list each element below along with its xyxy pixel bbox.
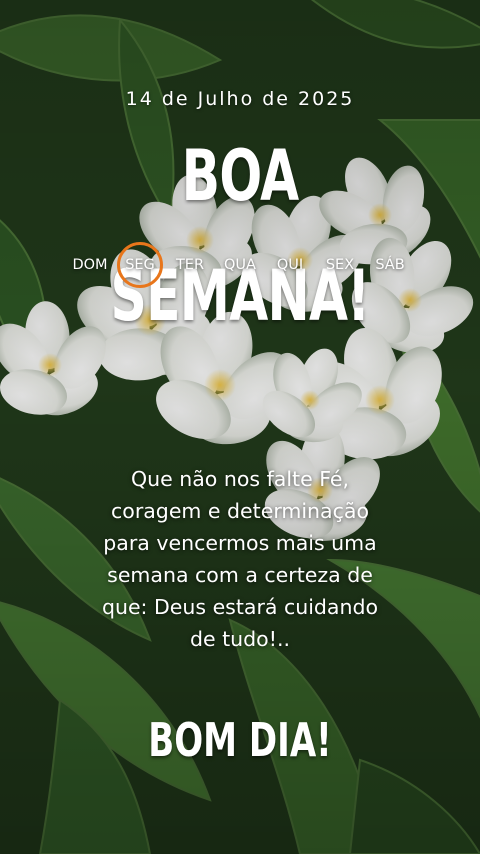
weekday-label: QUI	[276, 257, 304, 273]
weekday-ter: TER	[165, 250, 215, 280]
headline: BOA SEMANA!	[110, 135, 370, 337]
weekday-label: SEX	[325, 257, 355, 273]
message-line: semana com a certeza de	[107, 563, 373, 587]
message-text: Que não nos falte Fé, coragem e determin…	[50, 463, 430, 655]
weekday-sex: SEX	[315, 250, 365, 280]
weekday-label: DOM	[72, 257, 108, 273]
weekday-sab: SÁB	[365, 250, 415, 280]
message-line: de tudo!..	[190, 627, 290, 651]
weekday-label: SÁB	[375, 257, 405, 273]
weekday-label: QUA	[224, 257, 256, 273]
date-line: 14 de Julho de 2025	[125, 88, 355, 110]
weekday-row: DOM SEG TER QUA QUI SEX SÁB	[0, 242, 480, 288]
weekday-dom: DOM	[65, 250, 115, 280]
closing-greeting: BOM DIA!	[148, 713, 332, 767]
weekday-qui: QUI	[265, 250, 315, 280]
message-line: coragem e determinação	[111, 499, 369, 523]
message-line: para vencermos mais uma	[103, 531, 377, 555]
message-line: Que não nos falte Fé,	[130, 467, 350, 491]
overlay-content: 14 de Julho de 2025 BOA SEMANA! DOM SEG …	[0, 0, 480, 854]
selected-day-circle	[117, 242, 163, 288]
weekday-label: TER	[175, 257, 205, 273]
weekday-qua: QUA	[215, 250, 265, 280]
weekday-seg: SEG	[115, 242, 165, 288]
message-line: que: Deus estará cuidando	[101, 595, 379, 619]
